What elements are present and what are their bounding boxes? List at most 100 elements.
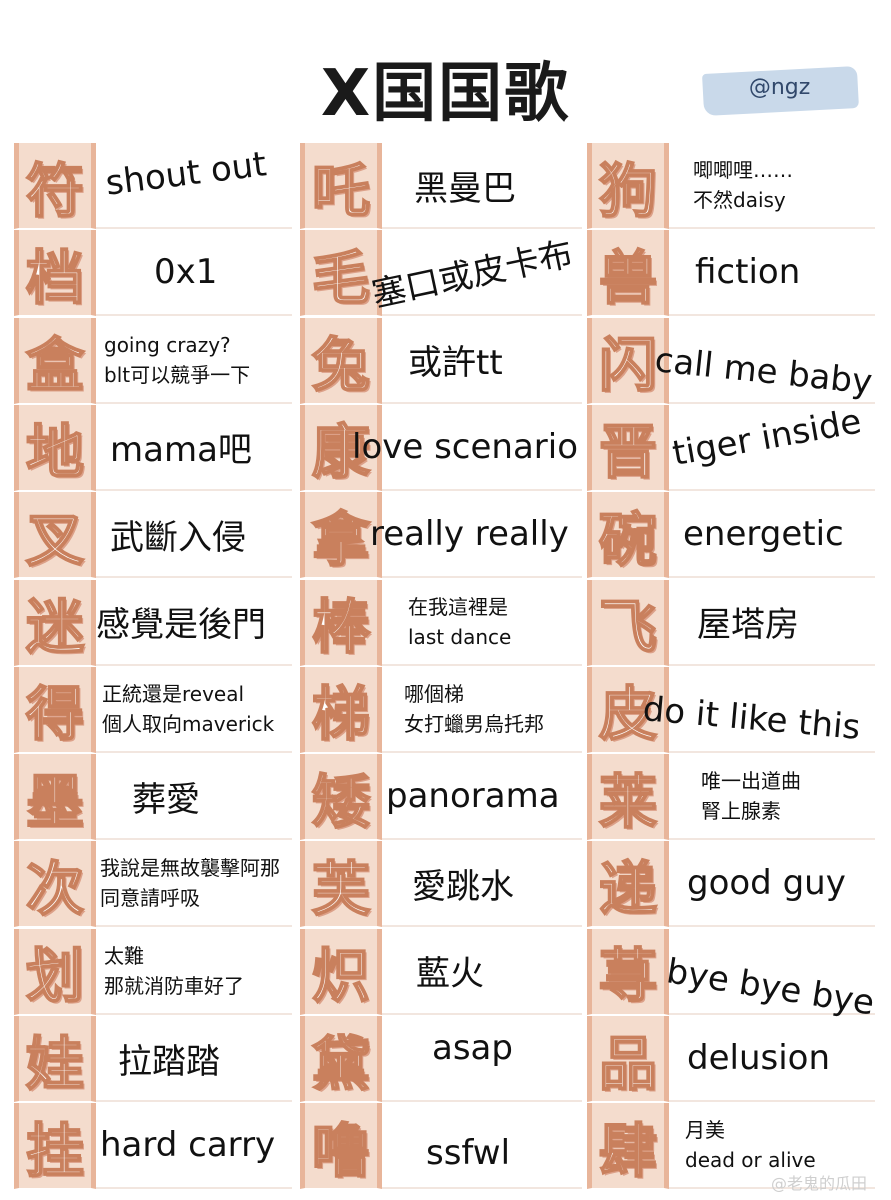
song-cell: 屋塔房 — [669, 579, 875, 666]
glyph-cell: 递 — [587, 841, 669, 928]
glyph-cell: 噜 — [300, 1103, 382, 1190]
song-title-line: 感覺是後門 — [96, 605, 266, 645]
song-cell: 0x1 — [96, 230, 292, 317]
glyph-cell: 得 — [14, 666, 96, 753]
song-title: 唧唧哩…… 不然daisy — [669, 155, 875, 215]
song-title: 感覺是後門 — [96, 597, 292, 646]
song-title-line: 腎上腺素 — [701, 799, 781, 824]
song-cell: 在我這裡是 last dance — [382, 579, 582, 666]
glyph-cell: 迷 — [14, 579, 96, 666]
song-title-line: 愛跳水 — [412, 866, 514, 907]
song-cell: going crazy? blt可以競爭一下 — [96, 317, 292, 404]
song-cell: 葬愛 — [96, 754, 292, 841]
glyph-cell: 莱 — [587, 754, 669, 841]
glyph-cell: 兽 — [587, 230, 669, 317]
song-title-line: do it like this — [641, 688, 862, 748]
song-cell: delusion — [669, 1016, 875, 1102]
song-title: 拉踏踏 — [96, 1034, 292, 1083]
song-title-line: call me baby — [652, 339, 875, 403]
song-title-line: hard carry — [100, 1125, 276, 1166]
glyph-cell: 炽 — [300, 928, 382, 1015]
song-title: really really — [370, 514, 582, 554]
song-cell: good guy — [669, 841, 875, 928]
glyph-cell: 棒 — [300, 579, 382, 666]
song-title-line: 同意請呼吸 — [100, 886, 200, 911]
song-title-line: 不然daisy — [693, 188, 786, 212]
song-title-line: 女打蠟男烏托邦 — [404, 711, 544, 736]
song-cell: really really — [370, 492, 582, 579]
song-title: love scenario — [352, 427, 582, 467]
song-title: hard carry — [96, 1125, 292, 1165]
glyph-cell: 地 — [14, 404, 96, 491]
song-title: 葬愛 — [96, 772, 292, 821]
glyph-cell: 娃 — [14, 1016, 96, 1102]
glyph-cell: 肆 — [587, 1103, 669, 1190]
song-title: 塞口或皮卡布 — [367, 225, 583, 317]
song-title-line: 武斷入侵 — [110, 517, 246, 558]
song-title: 唯一出道曲 腎上腺素 — [669, 766, 875, 826]
song-title-line: 正統還是reveal — [102, 681, 245, 706]
song-title-line: good guy — [687, 863, 846, 904]
song-title: 愛跳水 — [382, 859, 582, 908]
song-title: 屋塔房 — [669, 597, 875, 646]
author-tag-text: @ngz — [748, 75, 811, 101]
song-cell: 哪個梯 女打蠟男烏托邦 — [382, 666, 582, 753]
song-cell: 愛跳水 — [382, 841, 582, 928]
song-title: 哪個梯 女打蠟男烏托邦 — [382, 679, 582, 739]
song-title: 或許tt — [382, 335, 582, 384]
song-title: mama吧 — [96, 422, 292, 471]
song-cell: 藍火 — [382, 928, 582, 1015]
glyph-cell: 挂 — [14, 1103, 96, 1190]
glyph-cell: 飞 — [587, 579, 669, 666]
song-title-line: asap — [432, 1028, 513, 1068]
song-cell: 我說是無故襲擊阿那 同意請呼吸 — [96, 841, 292, 928]
song-title: shout out — [94, 141, 293, 205]
song-title: 月美 dead or alive — [669, 1115, 875, 1175]
song-title: asap — [382, 1028, 582, 1068]
song-title-line: 葬愛 — [132, 779, 200, 820]
song-title: good guy — [669, 863, 875, 903]
song-title: 藍火 — [382, 946, 582, 995]
song-cell: energetic — [669, 492, 875, 579]
song-title-line: 0x1 — [154, 252, 218, 293]
song-title-line: 或許tt — [408, 343, 503, 384]
song-title: energetic — [669, 514, 875, 554]
glyph-cell: 叉 — [14, 492, 96, 579]
song-title-line: last dance — [408, 624, 512, 649]
song-cell: panorama — [382, 754, 582, 841]
song-title-line: 塞口或皮卡布 — [368, 233, 577, 316]
song-title-line: 拉踏踏 — [118, 1041, 220, 1082]
song-title: tiger inside — [666, 399, 876, 474]
song-title-line: love scenario — [352, 426, 579, 467]
song-title-line: 我說是無故襲擊阿那 — [100, 856, 280, 881]
song-title-line: mama吧 — [110, 430, 252, 471]
watermark: @老鬼的瓜田 — [770, 1174, 867, 1193]
glyph-cell: 芙 — [300, 841, 382, 928]
song-cell: 太難 那就消防車好了 — [96, 928, 292, 1015]
song-title-line: tiger inside — [669, 401, 865, 474]
glyph-cell: 荨 — [587, 928, 669, 1015]
song-title-line: 藍火 — [416, 954, 484, 995]
song-title-line: 屋塔房 — [697, 605, 799, 645]
song-cell: 唯一出道曲 腎上腺素 — [669, 754, 875, 841]
song-title: fiction — [669, 252, 875, 292]
song-title: bye bye bye — [664, 951, 877, 1023]
song-title: 武斷入侵 — [96, 510, 292, 559]
song-cell: asap — [382, 1016, 582, 1102]
song-title-line: 唧唧哩…… — [693, 158, 793, 182]
glyph-cell: 符 — [14, 143, 96, 229]
glyph-cell: 梯 — [300, 666, 382, 753]
song-title: call me baby — [653, 340, 876, 403]
song-title-line: shout out — [103, 144, 269, 204]
song-title-line: really really — [370, 514, 569, 555]
song-cell: mama吧 — [96, 404, 292, 491]
glyph-cell: 划 — [14, 928, 96, 1015]
song-cell: 塞口或皮卡布 — [369, 230, 582, 317]
glyph-cell: 盒 — [14, 317, 96, 404]
song-title-line: 月美 — [685, 1118, 725, 1143]
song-title: 黑曼巴 — [382, 161, 582, 210]
song-cell: 或許tt — [382, 317, 582, 404]
song-cell: 黑曼巴 — [382, 143, 582, 229]
song-cell: call me baby — [653, 317, 875, 404]
song-title-line: panorama — [386, 776, 560, 817]
